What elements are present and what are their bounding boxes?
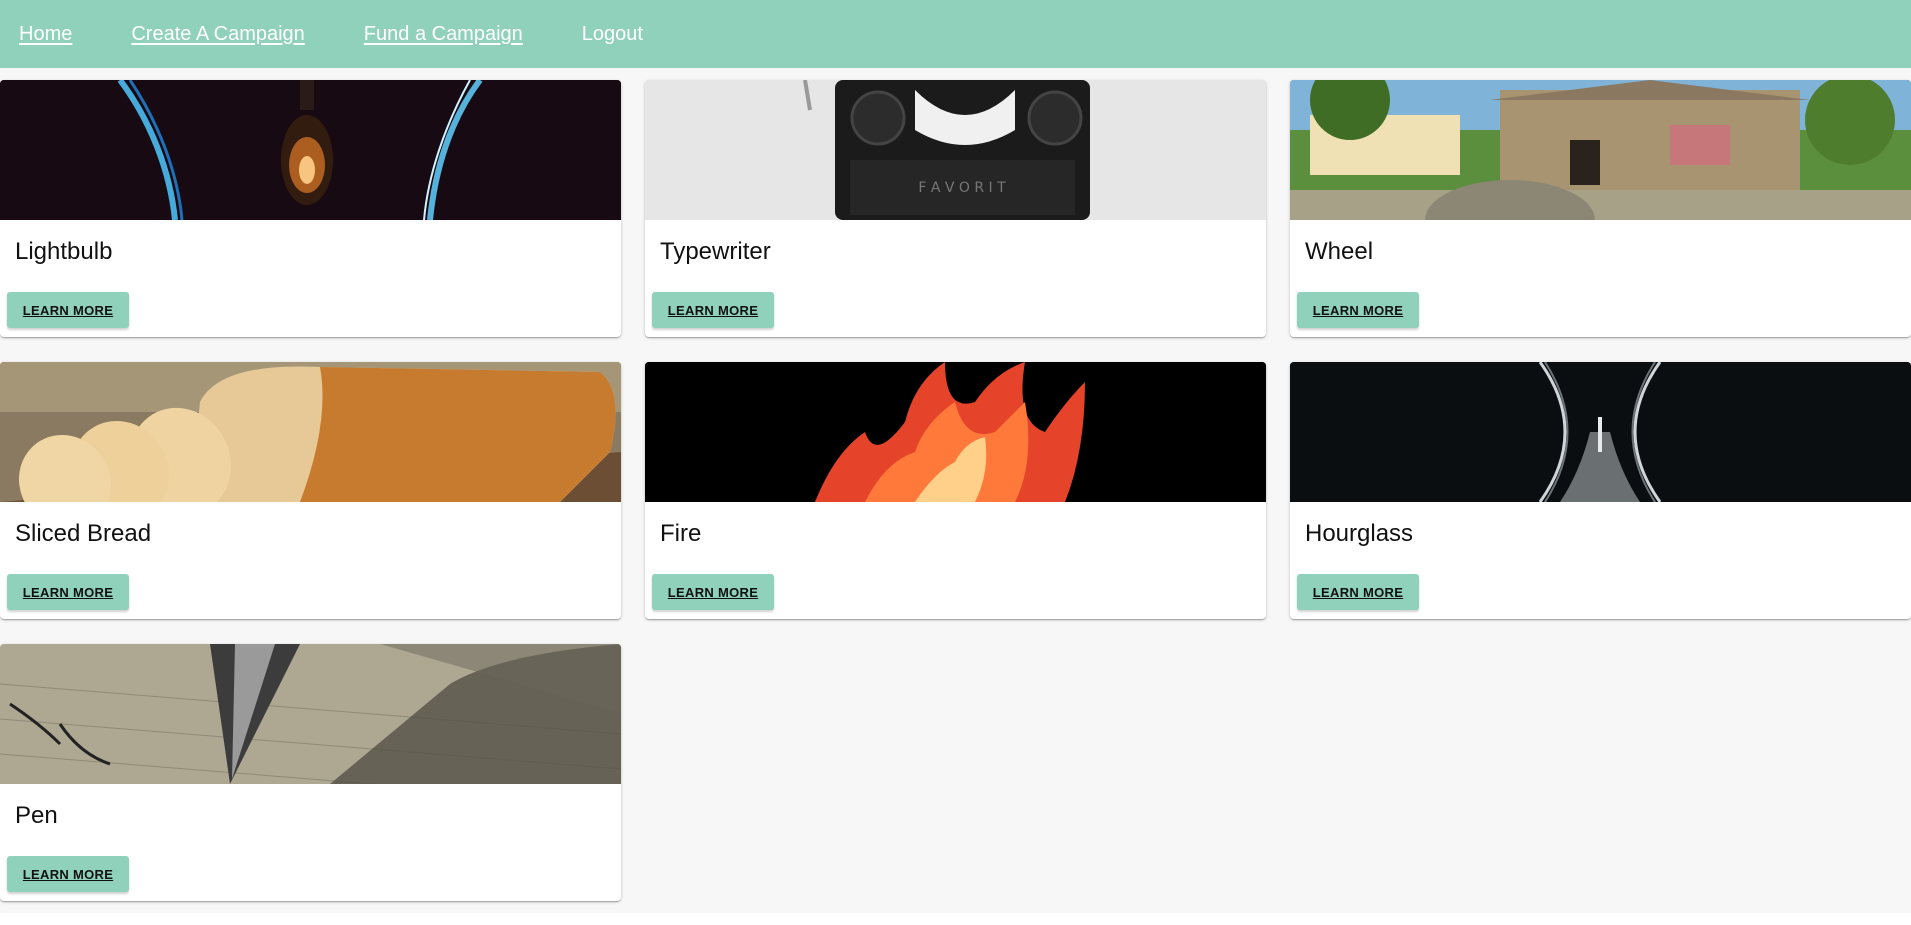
campaign-list: Lightbulb LEARN MORE F A V O R I T Typew…	[0, 68, 1911, 913]
learn-more-button[interactable]: LEARN MORE	[1297, 574, 1419, 610]
svg-text:F A V O R I T: F A V O R I T	[918, 180, 1006, 196]
lightbulb-image	[0, 80, 621, 220]
learn-more-button[interactable]: LEARN MORE	[7, 292, 129, 328]
sliced-bread-image	[0, 362, 621, 502]
campaign-title: Pen	[15, 802, 58, 829]
top-navbar: Home Create A Campaign Fund a Campaign L…	[0, 0, 1911, 68]
learn-more-button[interactable]: LEARN MORE	[7, 574, 129, 610]
campaign-card-fire: Fire LEARN MORE	[645, 362, 1266, 619]
campaign-card-lightbulb: Lightbulb LEARN MORE	[0, 80, 621, 337]
learn-more-button[interactable]: LEARN MORE	[652, 574, 774, 610]
wheel-image	[1290, 80, 1911, 220]
campaign-card-sliced-bread: Sliced Bread LEARN MORE	[0, 362, 621, 619]
campaign-title: Wheel	[1305, 238, 1374, 265]
campaign-title: Typewriter	[660, 238, 771, 265]
learn-more-button[interactable]: LEARN MORE	[7, 856, 129, 892]
pen-image	[0, 644, 621, 784]
campaign-grid: Lightbulb LEARN MORE F A V O R I T Typew…	[0, 68, 1911, 913]
nav-home-link[interactable]: Home	[19, 23, 72, 46]
typewriter-image: F A V O R I T	[645, 80, 1266, 220]
campaign-title: Hourglass	[1305, 520, 1414, 547]
nav-fund-campaign-link[interactable]: Fund a Campaign	[364, 23, 523, 46]
campaign-title: Lightbulb	[15, 238, 113, 265]
campaign-title: Sliced Bread	[15, 520, 152, 547]
campaign-card-wheel: Wheel LEARN MORE	[1290, 80, 1911, 337]
fire-image	[645, 362, 1266, 502]
nav-create-campaign-link[interactable]: Create A Campaign	[131, 23, 304, 46]
campaign-title: Fire	[660, 520, 702, 547]
nav-logout-link[interactable]: Logout	[582, 23, 643, 46]
campaign-card-pen: Pen LEARN MORE	[0, 644, 621, 901]
learn-more-button[interactable]: LEARN MORE	[652, 292, 774, 328]
campaign-card-typewriter: F A V O R I T Typewriter LEARN MORE	[645, 80, 1266, 337]
hourglass-image	[1290, 362, 1911, 502]
learn-more-button[interactable]: LEARN MORE	[1297, 292, 1419, 328]
campaign-card-hourglass: Hourglass LEARN MORE	[1290, 362, 1911, 619]
